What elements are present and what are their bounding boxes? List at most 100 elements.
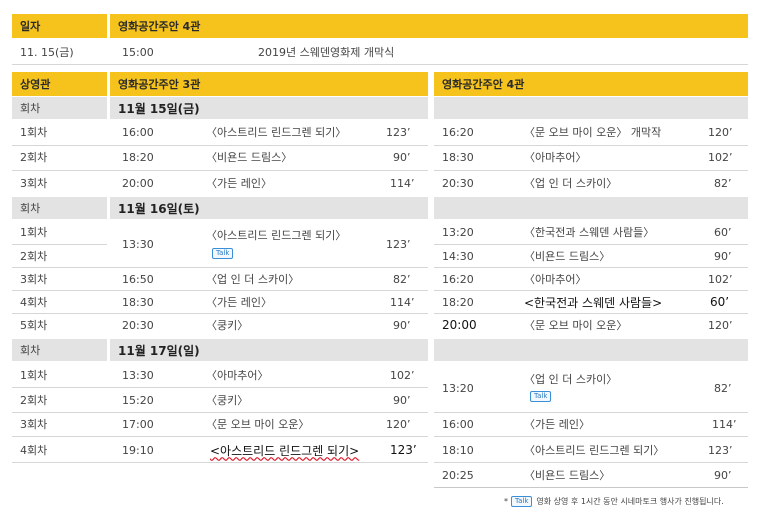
time: 20:30: [442, 176, 474, 190]
time: 13:30: [122, 368, 154, 382]
time: 16:00: [122, 125, 154, 139]
title: 〈업 인 더 스카이〉: [206, 273, 300, 286]
title: 〈가든 레인〉: [524, 418, 590, 431]
round: 2회차: [20, 151, 48, 164]
runtime: 120’: [708, 318, 733, 332]
runtime: 102’: [708, 150, 733, 164]
runtime: 60’: [714, 225, 732, 239]
round: 2회차: [20, 394, 48, 407]
footnote-text: 영화 상영 후 1시간 동안 시네마토크 행사가 진행됩니다.: [536, 496, 724, 506]
day-2-date: 11월 16일(토): [110, 197, 428, 219]
round: 3회차: [20, 418, 48, 431]
title: 〈쿵키〉: [206, 319, 249, 332]
footnote-star: *: [504, 496, 508, 506]
time: 16:20: [442, 272, 474, 286]
time: 18:20: [122, 150, 154, 164]
runtime: 82’: [393, 272, 411, 286]
runtime: 90’: [393, 393, 411, 407]
runtime: 90’: [393, 318, 411, 332]
runtime: 123’: [708, 443, 733, 457]
header-date: 일자: [12, 14, 107, 38]
header-hall-4: 영화공간주안 4관: [110, 14, 748, 38]
talk-badge-icon: Talk: [511, 495, 533, 507]
title: 〈업 인 더 스카이〉: [524, 373, 618, 386]
time: 13:20: [442, 225, 474, 239]
title: 〈한국전과 스웨덴 사람들〉: [524, 226, 655, 239]
time: 18:30: [442, 150, 474, 164]
runtime: 90’: [714, 249, 732, 263]
time: 18:20: [442, 295, 474, 309]
title: 〈가든 레인〉: [206, 177, 272, 190]
round: 3회차: [20, 177, 48, 190]
title: <한국전과 스웨덴 사람들>: [524, 295, 663, 310]
title: 〈비욘드 드림스〉: [524, 469, 611, 482]
title: <아스트리드 린드그렌 되기>: [210, 443, 360, 458]
row-divider: [12, 387, 428, 388]
time: 19:10: [122, 443, 154, 457]
runtime: 60’: [710, 295, 730, 309]
runtime: 82’: [714, 381, 732, 395]
runtime: 120’: [386, 417, 411, 431]
title: 〈쿵키〉: [206, 394, 249, 407]
title: 〈아스트리드 린드그렌 되기〉: [206, 126, 347, 139]
round: 4회차: [20, 296, 48, 309]
title: 〈아마추어〉: [206, 369, 269, 382]
footnote: * Talk 영화 상영 후 1시간 동안 시네마토크 행사가 진행됩니다.: [504, 494, 724, 508]
title: 〈비욘드 드림스〉: [206, 151, 293, 164]
runtime: 123’: [386, 125, 411, 139]
time: 20:25: [442, 468, 474, 482]
day-3-date: 11월 17일(일): [110, 339, 428, 361]
round: 4회차: [20, 444, 48, 457]
row-divider: [434, 436, 748, 437]
runtime: 123’: [390, 443, 417, 457]
time: 15:20: [122, 393, 154, 407]
time: 16:00: [442, 417, 474, 431]
round: 1회차: [20, 226, 48, 239]
header-hall-3: 영화공간주안 3관: [110, 72, 428, 96]
runtime: 90’: [714, 468, 732, 482]
title: 〈문 오브 마이 오운〉: [206, 418, 310, 431]
opening-date: 11. 15(금): [20, 46, 74, 59]
round-label: 회차: [20, 344, 41, 357]
title: 〈아스트리드 린드그렌 되기〉: [524, 444, 665, 457]
section-bg: [434, 339, 748, 361]
row-divider: [434, 170, 748, 171]
time: 18:30: [122, 295, 154, 309]
title: 〈문 오브 마이 오운〉 개막작: [524, 126, 662, 139]
time: 20:00: [122, 176, 154, 190]
time: 16:50: [122, 272, 154, 286]
title: 〈아스트리드 린드그렌 되기〉: [206, 229, 347, 242]
row-divider: [434, 267, 748, 268]
runtime: 90’: [393, 150, 411, 164]
divider: [12, 64, 748, 65]
time: 13:30: [122, 237, 154, 251]
runtime: 102’: [708, 272, 733, 286]
time: 13:20: [442, 381, 474, 395]
section-bg: [434, 97, 748, 119]
opening-event: 2019년 스웨덴영화제 개막식: [258, 46, 395, 59]
header-hall-4-right: 영화공간주안 4관: [434, 72, 748, 96]
round-label: 회차: [20, 102, 41, 115]
opening-time: 15:00: [122, 45, 154, 59]
time: 17:00: [122, 417, 154, 431]
runtime: 102’: [390, 368, 415, 382]
runtime: 114’: [712, 417, 737, 431]
title: 〈가든 레인〉: [206, 296, 272, 309]
round-label: 회차: [20, 202, 41, 215]
round: 1회차: [20, 369, 48, 382]
runtime: 82’: [714, 176, 732, 190]
time: 14:30: [442, 249, 474, 263]
row-divider: [12, 170, 428, 171]
title: 〈비욘드 드림스〉: [524, 250, 611, 263]
row-divider: [12, 436, 428, 437]
section-bg: [434, 197, 748, 219]
time: 16:20: [442, 125, 474, 139]
row-divider: [434, 462, 748, 463]
title: 〈아마추어〉: [524, 151, 587, 164]
title: 〈문 오브 마이 오운〉: [524, 319, 628, 332]
round: 2회차: [20, 250, 48, 263]
runtime: 114’: [390, 295, 415, 309]
runtime: 123’: [386, 237, 411, 251]
round: 5회차: [20, 319, 48, 332]
talk-badge: Talk: [530, 391, 552, 402]
